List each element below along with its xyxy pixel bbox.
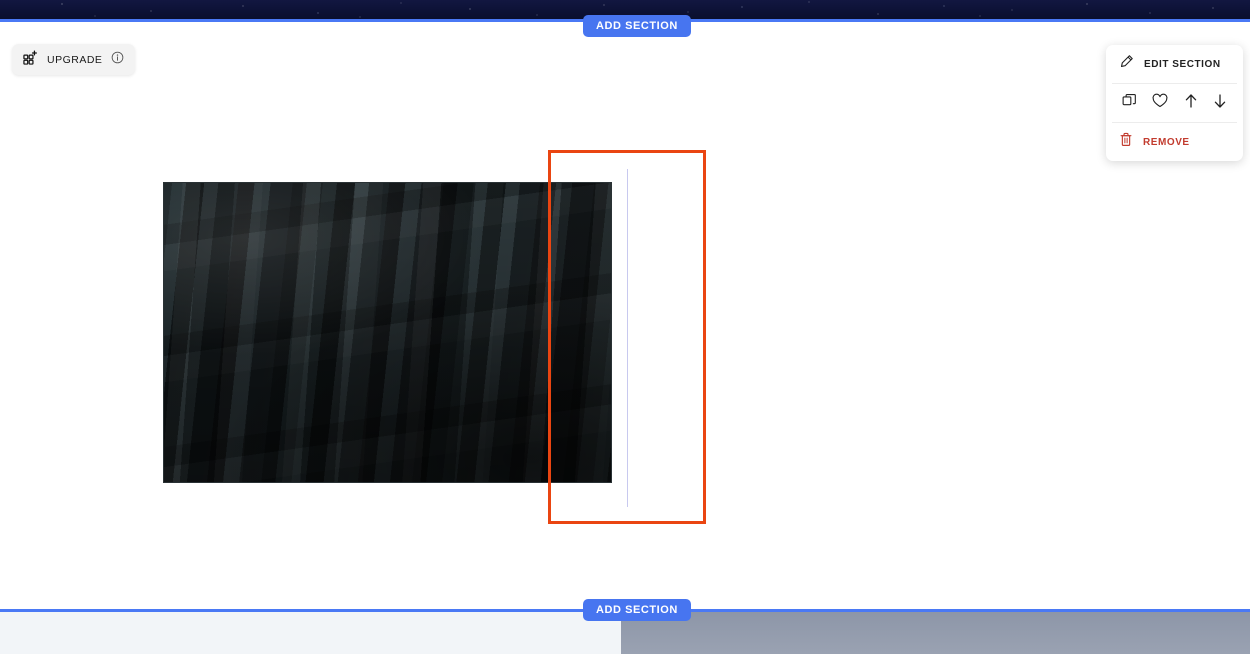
remove-section-label: REMOVE bbox=[1143, 136, 1190, 148]
apps-plus-icon bbox=[23, 49, 38, 70]
arrow-down-icon[interactable] bbox=[1213, 93, 1227, 114]
trash-icon bbox=[1119, 132, 1133, 152]
heart-icon[interactable] bbox=[1152, 93, 1168, 114]
edit-section-button[interactable]: EDIT SECTION bbox=[1106, 45, 1243, 83]
remove-section-button[interactable]: REMOVE bbox=[1106, 123, 1243, 161]
bottom-section-panel bbox=[621, 612, 1250, 654]
alignment-guide-line bbox=[627, 169, 628, 507]
main-content-section[interactable] bbox=[0, 22, 1250, 609]
section-toolbar: EDIT SECTION REMOVE bbox=[1106, 45, 1243, 161]
editor-canvas: ADD SECTION UPGRADE EDIT SECTION REMOVE … bbox=[0, 0, 1250, 654]
facade-vignette-layer bbox=[164, 183, 611, 482]
section-action-row bbox=[1106, 84, 1243, 122]
duplicate-icon[interactable] bbox=[1122, 93, 1137, 113]
edit-section-label: EDIT SECTION bbox=[1144, 58, 1221, 70]
pencil-icon bbox=[1119, 54, 1134, 74]
add-section-button-bottom[interactable]: ADD SECTION bbox=[583, 599, 691, 621]
building-facade-image[interactable] bbox=[163, 182, 612, 483]
add-section-button-top[interactable]: ADD SECTION bbox=[583, 15, 691, 37]
upgrade-badge[interactable]: UPGRADE bbox=[12, 44, 136, 75]
info-circle-icon[interactable] bbox=[111, 51, 124, 69]
upgrade-label: UPGRADE bbox=[47, 53, 103, 66]
arrow-up-icon[interactable] bbox=[1184, 93, 1198, 114]
